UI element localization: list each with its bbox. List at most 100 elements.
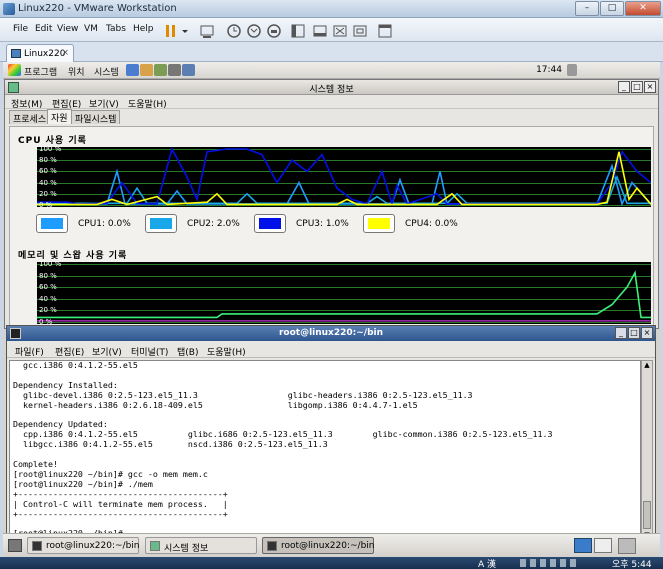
cpu1-color-button[interactable] [36,214,68,233]
terminal-task-icon [267,541,277,551]
cpu2-usage-text: CPU2: 2.0% [187,219,240,229]
terminal-minimize-button[interactable]: _ [615,327,627,339]
system-monitor-window: 시스템 정보 _ □ × 정보(M) 편집(E) 보기(V) 도움말(H) 프로… [4,79,659,329]
terminal-screen[interactable]: gcc.i386 0:4.1.2-55.el5 Dependency Insta… [9,360,641,543]
vmware-app-icon [3,3,15,15]
menu-places[interactable]: 위치 [68,65,85,78]
terminal-launcher-icon[interactable] [168,64,181,76]
menu-vm[interactable]: VM [84,24,98,34]
terminal-scrollbar[interactable]: ▲ ▼ [641,360,653,543]
y-axis-label: 80 % [39,271,57,280]
terminal-window: root@linux220:~/bin _ □ × 파일(F) 편집(E) 보기… [6,325,656,546]
task-terminal-1[interactable]: root@linux220:~/bin [27,537,139,554]
power-dropdown-icon[interactable] [175,21,188,39]
term-menu-help[interactable]: 도움말(H) [207,345,246,358]
show-library-icon[interactable] [288,21,306,39]
scroll-up-icon[interactable]: ▲ [642,361,652,372]
y-axis-label: 100 % [39,145,62,153]
cpu3-history-line [37,147,651,207]
y-axis-label: 40 % [39,178,57,187]
volume-icon[interactable] [567,64,577,76]
system-monitor-task-icon [150,541,160,551]
notes-launcher-icon[interactable] [182,64,195,76]
terminal-close-button[interactable]: × [641,327,653,339]
tray-icons[interactable] [520,559,580,567]
cpu4-color-button[interactable] [363,214,395,233]
minimize-button[interactable]: – [575,1,599,16]
close-button[interactable]: ✕ [625,1,661,16]
vmware-window: Linux220 - VMware Workstation – □ ✕ File… [0,0,663,569]
vmware-titlebar[interactable]: Linux220 - VMware Workstation – □ ✕ [0,0,663,18]
y-axis-label: 80 % [39,156,57,165]
scroll-thumb[interactable] [643,501,651,529]
terminal-maximize-button[interactable]: □ [628,327,640,339]
memory-swap-history-title: 메모리 및 스왑 사용 기록 [18,251,128,261]
tab-label: Linux220 [24,49,66,59]
system-monitor-tabs: 프로세스 자원 파일시스템 [5,109,658,125]
cpu-legend: CPU1: 0.0% CPU2: 2.0% CPU3: 1.0% CPU4: 0.0% [10,213,610,235]
full-screen-icon[interactable] [330,21,348,39]
panel-clock[interactable]: 17:44 [536,65,562,75]
workspace-1[interactable] [574,538,592,553]
terminal-titlebar[interactable]: root@linux220:~/bin _ □ × [7,326,655,341]
y-axis-label: 40 % [39,294,57,303]
mail-launcher-icon[interactable] [140,64,153,76]
snapshot-icon[interactable] [224,21,242,39]
menu-file[interactable]: File [13,24,28,34]
browser-launcher-icon[interactable] [126,64,139,76]
menu-programs[interactable]: 프로그램 [24,65,57,78]
vm-tabbar: Linux220 × [0,42,663,62]
cpu-graph-canvas [37,147,651,207]
editor-launcher-icon[interactable] [154,64,167,76]
show-desktop-icon[interactable] [8,539,22,552]
menu-view[interactable]: View [57,24,78,34]
send-ctrl-alt-del-icon[interactable] [197,21,215,39]
y-axis-label: 60 % [39,283,57,292]
sysmon-close-button[interactable]: × [644,81,656,93]
sysmon-maximize-button[interactable]: □ [631,81,643,93]
tab-filesystems[interactable]: 파일시스템 [71,110,121,125]
tab-processes[interactable]: 프로세스 [9,110,51,125]
cpu3-color-button[interactable] [254,214,286,233]
sysmon-minimize-button[interactable]: _ [618,81,630,93]
system-monitor-titlebar[interactable]: 시스템 정보 _ □ × [5,80,658,95]
maximize-button[interactable]: □ [600,1,624,16]
trash-icon[interactable] [618,538,636,554]
workspace-2[interactable] [594,538,612,553]
gnome-top-panel: 프로그램 위치 시스템 17:44 [3,62,660,79]
menu-help[interactable]: Help [133,24,154,34]
console-view-icon[interactable] [375,21,393,39]
vm-icon [11,49,21,58]
snapshot-manager-icon[interactable] [264,21,282,39]
task-system-monitor[interactable]: 시스템 정보 [145,537,257,554]
cpu-history-graph [37,147,651,207]
windows-taskbar: A 漢 오후 5:44 [0,557,663,569]
tab-linux220[interactable]: Linux220 × [6,44,74,62]
term-menu-tabs[interactable]: 탭(B) [177,345,198,358]
term-menu-file[interactable]: 파일(F) [15,345,44,358]
window-title: Linux220 - VMware Workstation [18,3,177,14]
ime-indicator[interactable]: A 漢 [478,557,496,569]
task-terminal-2[interactable]: root@linux220:~/bin [262,537,374,554]
tab-close-icon[interactable]: × [61,48,69,58]
task-label: root@linux220:~/bin [46,541,140,551]
term-menu-view[interactable]: 보기(V) [92,345,122,358]
tab-resources[interactable]: 자원 [47,109,72,124]
system-monitor-menubar: 정보(M) 편집(E) 보기(V) 도움말(H) [5,95,658,110]
quick-switch-icon[interactable] [310,21,328,39]
menu-system[interactable]: 시스템 [94,65,119,78]
menu-tabs[interactable]: Tabs [106,24,126,34]
menu-edit[interactable]: Edit [35,24,52,34]
y-axis-label: 0 % [39,201,53,209]
gnome-foot-icon [8,64,21,76]
term-menu-terminal[interactable]: 터미널(T) [131,345,168,358]
cpu2-color-button[interactable] [145,214,177,233]
term-menu-edit[interactable]: 편집(E) [55,345,84,358]
unity-icon[interactable] [350,21,368,39]
y-axis-label: 20 % [39,189,57,198]
terminal-title: root@linux220:~/bin [278,328,384,338]
system-clock[interactable]: 오후 5:44 [612,557,652,569]
y-axis-label: 100 % [39,260,62,268]
terminal-output: gcc.i386 0:4.1.2-55.el5 Dependency Insta… [13,360,553,538]
revert-snapshot-icon[interactable] [244,21,262,39]
